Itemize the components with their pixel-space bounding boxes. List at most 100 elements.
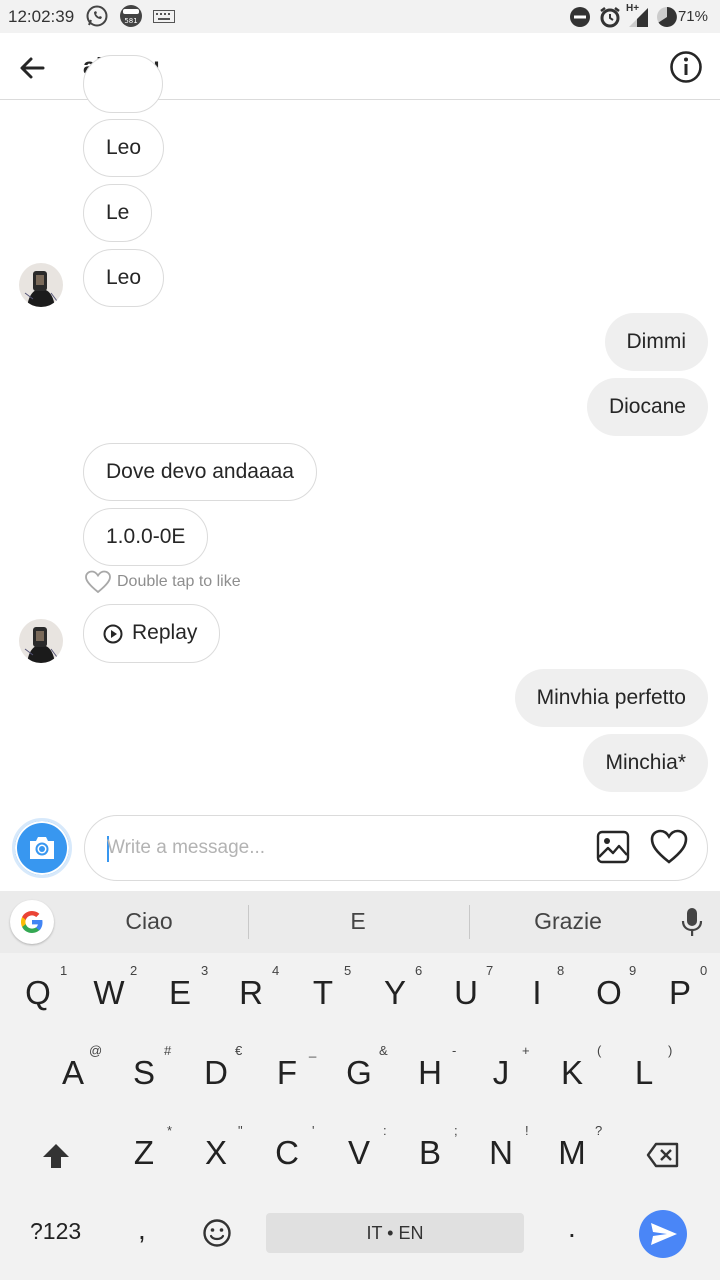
key-hint: ": [238, 1123, 243, 1138]
replay-button[interactable]: Replay: [83, 604, 221, 663]
key-o[interactable]: O: [579, 974, 639, 1012]
key-g[interactable]: G: [329, 1054, 389, 1092]
key-hint: +: [522, 1043, 530, 1058]
divider: [469, 905, 470, 939]
key-hint: ): [668, 1043, 673, 1058]
avatar[interactable]: [19, 263, 63, 307]
send-button[interactable]: [639, 1210, 687, 1258]
heart-icon[interactable]: [650, 829, 688, 865]
key-hint: 2: [130, 963, 138, 978]
key-hint: &: [379, 1043, 388, 1058]
key-hint: €: [235, 1043, 243, 1058]
space-key[interactable]: IT • EN: [266, 1213, 524, 1253]
key-hint: 8: [557, 963, 565, 978]
notification-badge-icon: 581: [120, 5, 142, 27]
key-a[interactable]: A: [43, 1054, 103, 1092]
keyboard-icon: [153, 10, 175, 23]
backspace-icon[interactable]: [646, 1142, 680, 1168]
message-bubble[interactable]: 1.0.0-0E: [83, 508, 209, 566]
message-bubble[interactable]: Dove devo andaaaa: [83, 443, 317, 501]
emoji-icon[interactable]: [202, 1218, 232, 1248]
svg-text:581: 581: [124, 17, 137, 25]
key-c[interactable]: C: [257, 1134, 317, 1172]
key-hint: @: [89, 1043, 103, 1058]
divider: [248, 905, 249, 939]
suggestion[interactable]: E: [330, 908, 386, 935]
key-hint: ': [312, 1123, 315, 1138]
key-e[interactable]: E: [150, 974, 210, 1012]
key-l[interactable]: L: [614, 1054, 674, 1092]
replay-label: Replay: [132, 621, 198, 644]
message-bubble-sent[interactable]: Dimmi: [604, 313, 708, 371]
key-hint: :: [383, 1123, 387, 1138]
key-hint: 0: [700, 963, 708, 978]
key-hint: 7: [486, 963, 494, 978]
arrow-left-icon[interactable]: [14, 50, 50, 86]
message-bubble-sent[interactable]: Diocane: [586, 378, 708, 436]
play-circle-icon: [103, 624, 123, 644]
suggestion-bar: Ciao E Grazie: [0, 891, 720, 953]
message-bubble-partial: [83, 55, 163, 113]
camera-icon: [30, 837, 54, 859]
symbols-key[interactable]: ?123: [30, 1218, 81, 1245]
key-f[interactable]: F: [257, 1054, 317, 1092]
key-hint: 4: [272, 963, 280, 978]
key-u[interactable]: U: [436, 974, 496, 1012]
key-p[interactable]: P: [650, 974, 710, 1012]
key-w[interactable]: W: [79, 974, 139, 1012]
key-z[interactable]: Z: [114, 1134, 174, 1172]
key-h[interactable]: H: [400, 1054, 460, 1092]
double-tap-hint: Double tap to like: [84, 570, 241, 594]
status-time: 12:02:39: [8, 7, 75, 26]
message-bubble-sent[interactable]: Minchia*: [583, 734, 708, 792]
gallery-icon[interactable]: [596, 830, 630, 864]
key-hint: _: [309, 1043, 317, 1058]
dnd-icon: [570, 7, 590, 27]
period-key[interactable]: .: [568, 1212, 576, 1244]
signal-icon: [629, 8, 648, 27]
key-hint: -: [452, 1043, 457, 1058]
avatar[interactable]: [19, 619, 63, 663]
key-hint: 1: [60, 963, 68, 978]
key-v[interactable]: V: [329, 1134, 389, 1172]
status-bar: 12:02:39 581 H+ 71%: [0, 0, 720, 33]
key-hint: !: [525, 1123, 529, 1138]
key-t[interactable]: T: [293, 974, 353, 1012]
suggestion[interactable]: Grazie: [522, 908, 614, 935]
message-bubble[interactable]: Leo: [83, 249, 165, 307]
key-y[interactable]: Y: [365, 974, 425, 1012]
heart-outline-icon: [85, 570, 111, 594]
message-bubble[interactable]: Leo: [83, 119, 165, 177]
alarm-icon: [600, 7, 620, 28]
key-i[interactable]: I: [507, 974, 567, 1012]
camera-button[interactable]: [12, 818, 72, 878]
comma-key[interactable]: ,: [138, 1214, 146, 1246]
info-icon[interactable]: [668, 49, 704, 85]
mic-icon[interactable]: [680, 907, 704, 937]
key-b[interactable]: B: [400, 1134, 460, 1172]
google-logo-icon[interactable]: [10, 900, 54, 944]
key-x[interactable]: X: [186, 1134, 246, 1172]
key-n[interactable]: N: [471, 1134, 531, 1172]
key-hint: (: [597, 1043, 602, 1058]
key-q[interactable]: Q: [8, 974, 68, 1012]
shift-icon[interactable]: [40, 1141, 72, 1171]
key-r[interactable]: R: [221, 974, 281, 1012]
key-hint: 5: [344, 963, 352, 978]
send-icon: [651, 1223, 677, 1245]
key-hint: 9: [629, 963, 637, 978]
key-hint: *: [167, 1123, 173, 1138]
key-hint: ;: [454, 1123, 458, 1138]
battery-icon: [657, 7, 677, 27]
key-s[interactable]: S: [114, 1054, 174, 1092]
whatsapp-icon: [86, 5, 108, 27]
key-d[interactable]: D: [186, 1054, 246, 1092]
battery-percent: 71%: [677, 8, 708, 25]
message-bubble[interactable]: Le: [83, 184, 153, 242]
key-hint: 6: [415, 963, 423, 978]
key-k[interactable]: K: [542, 1054, 602, 1092]
suggestion[interactable]: Ciao: [110, 908, 188, 935]
message-bubble-sent[interactable]: Minvhia perfetto: [514, 669, 708, 727]
key-j[interactable]: J: [471, 1054, 531, 1092]
key-m[interactable]: M: [542, 1134, 602, 1172]
